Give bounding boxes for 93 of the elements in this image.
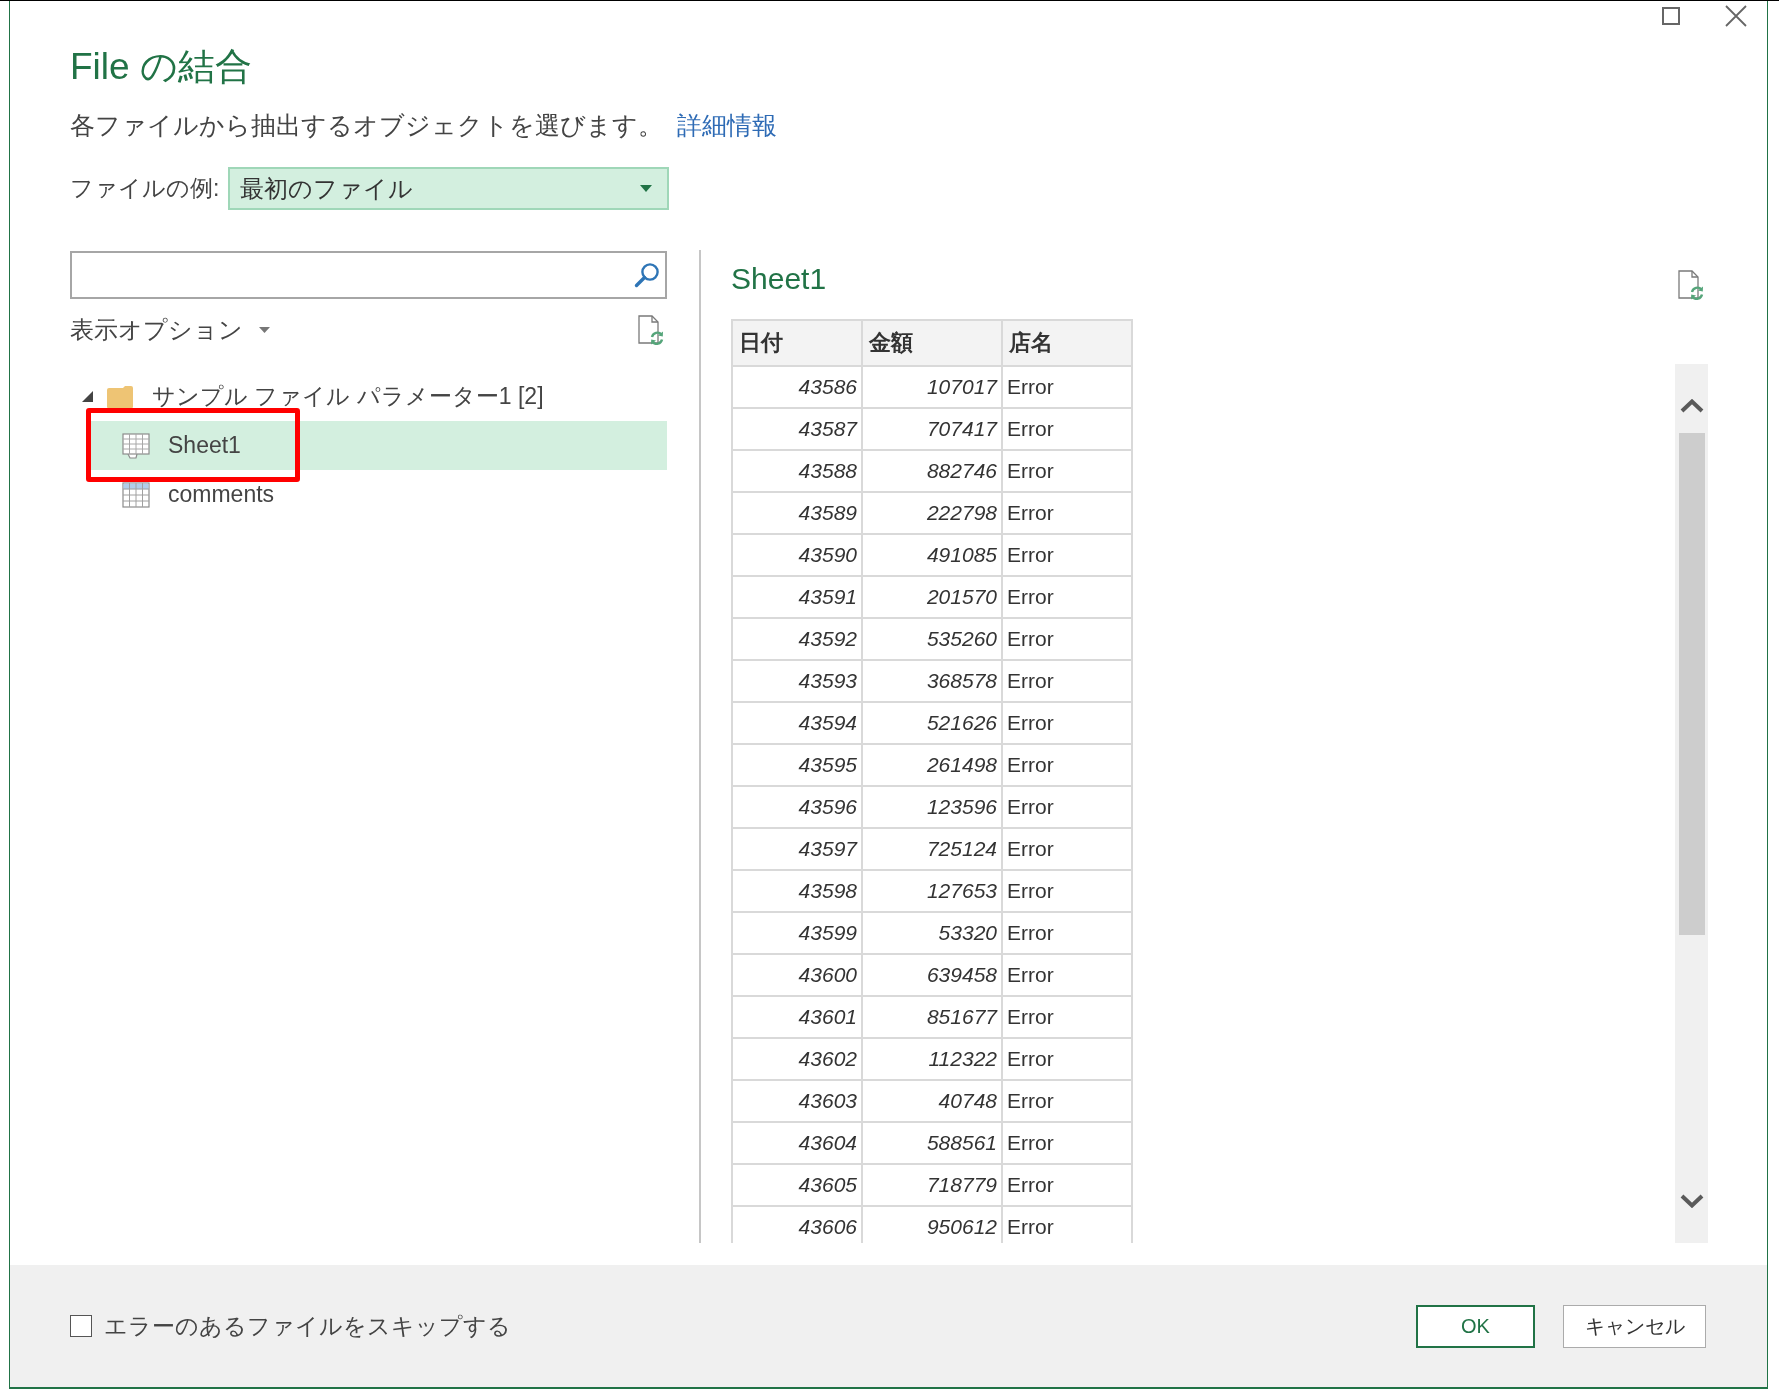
table-cell: Error — [1002, 1038, 1132, 1080]
table-cell: Error — [1002, 576, 1132, 618]
table-cell: 201570 — [862, 576, 1002, 618]
scroll-down-icon[interactable] — [1679, 1194, 1704, 1208]
table-cell: 368578 — [862, 660, 1002, 702]
table-cell: 43590 — [732, 534, 862, 576]
table-cell: 53320 — [862, 912, 1002, 954]
table-cell: Error — [1002, 492, 1132, 534]
folder-icon — [106, 384, 134, 409]
table-cell: 123596 — [862, 786, 1002, 828]
table-cell: 107017 — [862, 366, 1002, 408]
column-header: 日付 — [732, 320, 862, 366]
table-cell: 43601 — [732, 996, 862, 1038]
search-field[interactable] — [70, 251, 667, 299]
table-cell: Error — [1002, 1080, 1132, 1122]
table-cell: Error — [1002, 828, 1132, 870]
table-cell: 112322 — [862, 1038, 1002, 1080]
checkbox-label: エラーのあるファイルをスキップする — [104, 1311, 511, 1341]
table-cell: 43603 — [732, 1080, 862, 1122]
preview-title: Sheet1 — [731, 261, 827, 297]
table-cell: 43602 — [732, 1038, 862, 1080]
file-refresh-icon[interactable] — [1678, 270, 1704, 300]
table-cell: Error — [1002, 1164, 1132, 1206]
table-cell: 43587 — [732, 408, 862, 450]
caret-icon — [259, 327, 270, 333]
table-cell: 43599 — [732, 912, 862, 954]
tree-item[interactable]: Sheet1 — [91, 421, 667, 470]
cancel-button[interactable]: キャンセル — [1563, 1304, 1706, 1348]
sheet-grid-icon — [122, 432, 150, 459]
table-cell: Error — [1002, 660, 1132, 702]
table-cell: Error — [1002, 954, 1132, 996]
table-cell: Error — [1002, 996, 1132, 1038]
table-cell: 43597 — [732, 828, 862, 870]
skip-errors-checkbox[interactable] — [70, 1315, 92, 1337]
table-cell: 882746 — [862, 450, 1002, 492]
column-header: 店名 — [1002, 320, 1132, 366]
table-cell: Error — [1002, 744, 1132, 786]
table-cell: Error — [1002, 534, 1132, 576]
help-link[interactable]: 詳細情報 — [677, 108, 777, 142]
close-icon[interactable] — [1725, 4, 1747, 27]
table-cell: 43589 — [732, 492, 862, 534]
table-cell: Error — [1002, 450, 1132, 492]
table-cell: 222798 — [862, 492, 1002, 534]
table-cell: 588561 — [862, 1122, 1002, 1164]
tree-item[interactable]: サンプル ファイル パラメーター1 [2] — [70, 372, 667, 421]
table-cell: 725124 — [862, 828, 1002, 870]
column-header: 金額 — [862, 320, 1002, 366]
search-icon[interactable] — [634, 262, 660, 288]
table-icon — [122, 481, 150, 508]
sample-file-dropdown[interactable]: 最初のファイル — [228, 167, 670, 210]
table-cell: 707417 — [862, 408, 1002, 450]
table-cell: 43605 — [732, 1164, 862, 1206]
table-cell: 43593 — [732, 660, 862, 702]
table-cell: Error — [1002, 702, 1132, 744]
table-cell: 43604 — [732, 1122, 862, 1164]
table-cell: 127653 — [862, 870, 1002, 912]
table-cell: 261498 — [862, 744, 1002, 786]
dialog-title: File の結合 — [70, 45, 253, 89]
dialog-subtitle: 各ファイルから抽出するオブジェクトを選びます。 — [70, 110, 663, 141]
caret-icon — [640, 185, 653, 192]
table-cell: 40748 — [862, 1080, 1002, 1122]
table-cell: 43592 — [732, 618, 862, 660]
scroll-up-icon[interactable] — [1679, 399, 1704, 413]
table-cell: 491085 — [862, 534, 1002, 576]
scrollbar-thumb[interactable] — [1678, 433, 1705, 935]
table-cell: 43596 — [732, 786, 862, 828]
table-cell: 43606 — [732, 1206, 862, 1243]
table-cell: Error — [1002, 618, 1132, 660]
table-cell: 43588 — [732, 450, 862, 492]
table-cell: 639458 — [862, 954, 1002, 996]
table-cell: Error — [1002, 1122, 1132, 1164]
table-cell: 43586 — [732, 366, 862, 408]
table-cell: Error — [1002, 912, 1132, 954]
table-cell: Error — [1002, 870, 1132, 912]
table-cell: Error — [1002, 366, 1132, 408]
table-cell: 43591 — [732, 576, 862, 618]
table-cell: Error — [1002, 786, 1132, 828]
maximize-icon[interactable] — [1662, 6, 1680, 25]
table-cell: 521626 — [862, 702, 1002, 744]
table-cell: 43595 — [732, 744, 862, 786]
sample-file-label: ファイルの例: — [70, 174, 220, 203]
file-refresh-icon[interactable] — [638, 315, 664, 345]
table-cell: 43600 — [732, 954, 862, 996]
table-cell: Error — [1002, 408, 1132, 450]
ok-button[interactable]: OK — [1416, 1304, 1535, 1348]
table-cell: 851677 — [862, 996, 1002, 1038]
table-cell: 43594 — [732, 702, 862, 744]
table-cell: 718779 — [862, 1164, 1002, 1206]
table-cell: 535260 — [862, 618, 1002, 660]
table-cell: 43598 — [732, 870, 862, 912]
tree-item[interactable]: comments — [91, 470, 667, 519]
display-options-button[interactable]: 表示オプション — [70, 314, 270, 346]
expand-triangle-icon[interactable] — [82, 391, 93, 402]
